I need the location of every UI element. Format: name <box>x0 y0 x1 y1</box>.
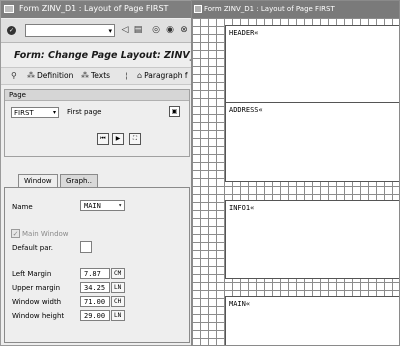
form-editor-window: Form ZINV_D1 : Layout of Page FIRST ✓ ▾ … <box>0 0 192 346</box>
page-detail-icon[interactable]: ▣ <box>169 106 180 117</box>
layout-painter-title: Form ZINV_D1 : Layout of Page FIRST <box>204 5 335 13</box>
window-height-label: Window height <box>12 312 65 320</box>
window-height-field[interactable]: 29.00 <box>80 310 110 321</box>
window-width-field[interactable]: 71.00 <box>80 296 110 307</box>
window-title: Form ZINV_D1 : Layout of Page FIRST <box>19 4 169 13</box>
back-icon[interactable]: ◎ <box>151 25 161 36</box>
next-page-icon[interactable]: ▶ <box>112 133 124 145</box>
layout-window-main[interactable]: MAIN« <box>225 296 399 345</box>
page-section-header: Page <box>5 90 189 101</box>
layout-window-address-name: ADDRESS« <box>229 106 263 114</box>
window-icon <box>4 5 14 13</box>
window-icon <box>194 5 202 13</box>
upper-margin-field[interactable]: 34.25 <box>80 282 110 293</box>
layout-painter-titlebar: Form ZINV_D1 : Layout of Page FIRST <box>192 1 399 18</box>
default-par-label: Default par. <box>12 244 53 252</box>
page-select[interactable]: FIRST ▾ <box>11 107 59 118</box>
command-field[interactable]: ▾ <box>25 24 115 37</box>
paragraph-icon: ⌂ <box>137 71 143 80</box>
first-page-icon[interactable]: ⏮ <box>97 133 109 145</box>
main-window-checkbox[interactable]: ✓ <box>11 229 20 238</box>
texts-label: Texts <box>91 71 111 80</box>
window-tab-panel: Name MAIN ▾ ✓ Main Window Default par. L… <box>4 187 190 343</box>
window-width-unit[interactable]: CH <box>111 296 125 307</box>
layout-window-info1-name: INFO1« <box>229 204 255 212</box>
name-label: Name <box>12 203 33 211</box>
upper-margin-unit[interactable]: LN <box>111 282 125 293</box>
texts-button[interactable]: ⁂ Texts <box>81 71 110 80</box>
ok-code-icon[interactable]: ✓ <box>7 26 16 35</box>
cancel-icon[interactable]: ⊗ <box>179 25 189 36</box>
chevron-down-icon[interactable]: ▾ <box>118 202 122 209</box>
default-paragraph-field[interactable] <box>80 241 92 253</box>
paragraph-label: Paragraph f <box>144 71 188 80</box>
upper-margin-label: Upper margin <box>12 284 61 292</box>
tab-graphics-label: Graph.. <box>66 177 92 185</box>
window-name-select[interactable]: MAIN ▾ <box>80 200 125 211</box>
application-toolbar: ⚲ ⁂ Definition ⁂ Texts ¦ ⌂ Paragraph f <box>1 67 191 85</box>
page-graphic-icon[interactable]: ⛶ <box>129 133 141 145</box>
definition-button[interactable]: ⁂ Definition <box>27 71 73 80</box>
save-icon[interactable]: ▤ <box>133 25 143 36</box>
layout-window-header[interactable]: HEADER« <box>225 25 399 106</box>
layout-painter-window: Form ZINV_D1 : Layout of Page FIRST HEAD… <box>191 0 400 346</box>
definition-label: Definition <box>37 71 74 80</box>
layout-window-address[interactable]: ADDRESS« <box>225 102 399 182</box>
window-width-label: Window width <box>12 298 62 306</box>
paragraph-button[interactable]: ⌂ Paragraph f <box>137 71 188 80</box>
layout-window-info1[interactable]: INFO1« <box>225 200 399 279</box>
left-margin-label: Left Margin <box>12 270 52 278</box>
tab-strip: Window Graph.. <box>4 174 190 188</box>
chevron-down-icon[interactable]: ▾ <box>108 27 112 35</box>
page-description: First page <box>67 108 102 116</box>
tab-window-label: Window <box>24 177 52 185</box>
window-height-unit[interactable]: LN <box>111 310 125 321</box>
layout-window-header-name: HEADER« <box>229 29 259 37</box>
texts-icon: ⁂ <box>81 71 89 80</box>
change-icon[interactable]: ⚲ <box>11 71 17 80</box>
page-section: Page FIRST ▾ First page ▣ ⏮ ▶ ⛶ <box>4 89 190 157</box>
exit-icon[interactable]: ◉ <box>165 25 175 36</box>
layout-grid-canvas[interactable]: HEADER« ADDRESS« INFO1« MAIN« <box>192 18 399 345</box>
window-name-value: MAIN <box>84 202 101 210</box>
tab-window[interactable]: Window <box>18 174 58 188</box>
back-arrow-icon[interactable]: ◁ <box>120 25 130 36</box>
separator-icon: ¦ <box>125 71 128 80</box>
page-select-value: FIRST <box>14 109 34 117</box>
screen-title: Form: Change Page Layout: ZINV_D1 <box>1 45 191 65</box>
layout-window-main-name: MAIN« <box>229 300 251 308</box>
left-margin-unit[interactable]: CM <box>111 268 125 279</box>
tab-graphics[interactable]: Graph.. <box>60 174 98 187</box>
definition-icon: ⁂ <box>27 71 35 80</box>
form-editor-titlebar: Form ZINV_D1 : Layout of Page FIRST <box>1 1 191 18</box>
chevron-down-icon[interactable]: ▾ <box>53 109 56 116</box>
command-toolbar: ✓ ▾ ◁ ▤ ◎ ◉ ⊗ <box>1 19 191 43</box>
left-margin-field[interactable]: 7.87 <box>80 268 110 279</box>
main-window-label: Main Window <box>22 230 69 238</box>
